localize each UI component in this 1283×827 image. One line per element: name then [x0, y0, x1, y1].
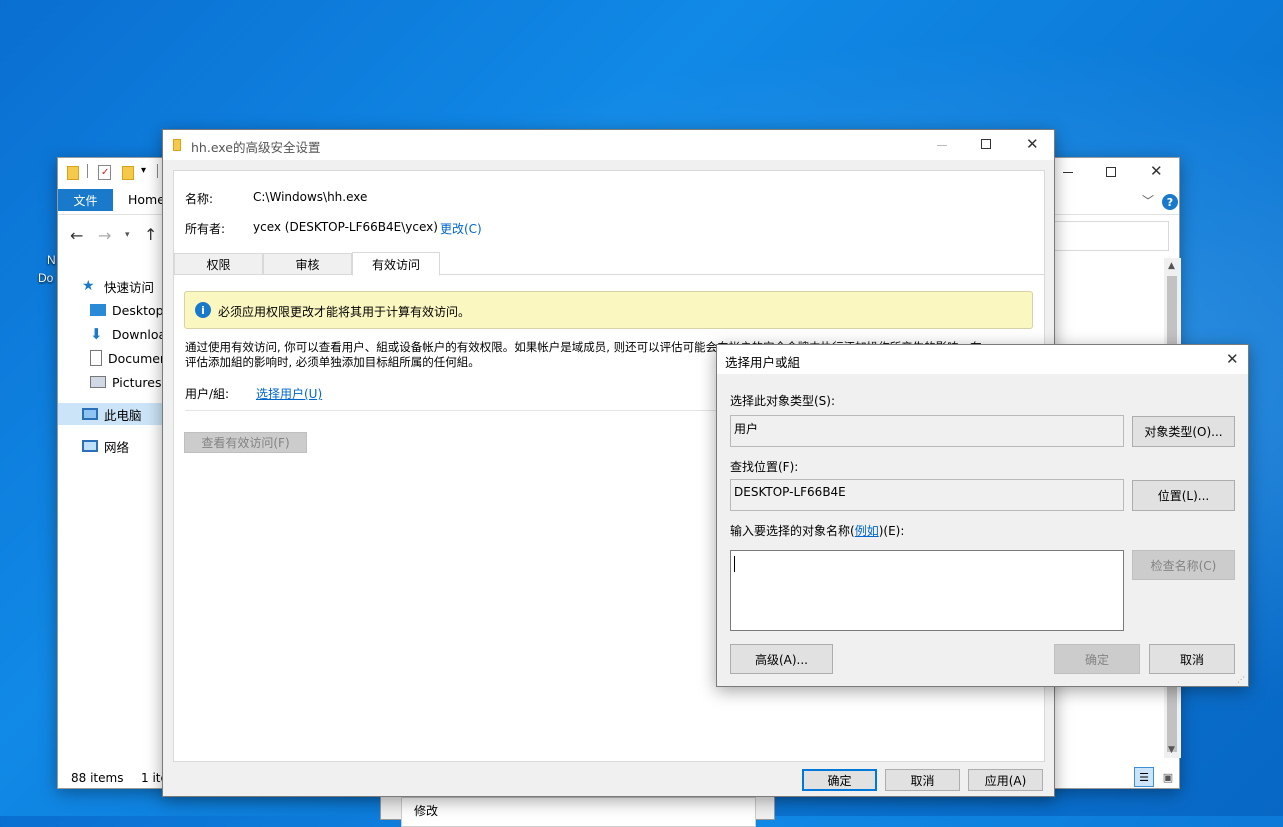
tab-auditing[interactable]: 审核: [263, 253, 352, 275]
nav-quick-access[interactable]: ★ 快速访问: [82, 275, 154, 297]
object-type-label: 选择此对象类型(S):: [730, 394, 836, 408]
resize-grip-icon[interactable]: ⋰: [1237, 675, 1245, 684]
object-types-button[interactable]: 对象类型(O)...: [1132, 416, 1235, 447]
help-icon[interactable]: ?: [1162, 194, 1178, 210]
close-icon[interactable]: ✕: [1226, 350, 1239, 368]
select-cancel-button[interactable]: 取消: [1149, 644, 1235, 674]
cancel-button[interactable]: 取消: [885, 769, 960, 791]
details-view-button[interactable]: ☰: [1134, 767, 1154, 787]
back-button[interactable]: ←: [70, 226, 83, 245]
apply-button[interactable]: 应用(A): [968, 769, 1043, 791]
nav-item-downloads[interactable]: ⬇ Downloa: [90, 323, 166, 345]
star-icon: ★: [82, 278, 95, 294]
close-icon[interactable]: ✕: [1026, 135, 1039, 153]
change-owner-link[interactable]: 更改(C): [440, 220, 482, 237]
object-type-field: 用户: [730, 415, 1124, 447]
select-users-dialog: 选择用户或組 ✕ 选择此对象类型(S): 用户 对象类型(O)... 查找位置(…: [716, 344, 1249, 687]
customize-quick-access-icon[interactable]: ▾: [141, 165, 146, 176]
advanced-button[interactable]: 高级(A)...: [730, 644, 833, 674]
nav-this-pc[interactable]: 此电脑: [82, 403, 142, 425]
info-icon: i: [195, 302, 211, 318]
separator: [157, 164, 158, 178]
info-text: 必须应用权限更改才能将其用于计算有效访问。: [218, 305, 471, 319]
up-button[interactable]: ↑: [144, 225, 157, 244]
location-label: 查找位置(F):: [730, 460, 799, 474]
nav-item-documents[interactable]: Documer: [90, 347, 165, 369]
download-icon: ⬇: [90, 325, 103, 343]
dialog-title: 选择用户或組: [725, 355, 801, 370]
forward-button[interactable]: →: [98, 226, 111, 245]
description-line-2: 评估添加組的影响时, 必须单独添加目标組所属的任何組。: [185, 355, 480, 369]
pictures-icon: [90, 376, 106, 388]
separator: [87, 164, 88, 178]
recent-locations-icon[interactable]: ▾: [125, 230, 130, 240]
minimize-icon[interactable]: [937, 145, 947, 146]
maximize-icon[interactable]: [1106, 167, 1116, 177]
user-group-label: 用户/組:: [185, 387, 230, 401]
large-icons-view-button[interactable]: ▣: [1158, 767, 1178, 787]
computer-icon: [82, 408, 98, 420]
network-icon: [82, 440, 98, 452]
tab-home[interactable]: Home: [128, 192, 165, 207]
desktop-icon-label-2[interactable]: Do: [38, 271, 53, 285]
select-ok-button[interactable]: 确定: [1054, 644, 1140, 674]
close-icon[interactable]: ✕: [1150, 162, 1163, 180]
name-label: 名称:: [185, 192, 214, 206]
nav-item-pictures[interactable]: Pictures: [90, 371, 162, 393]
dialog-title: hh.exe的高级安全设置: [191, 140, 321, 155]
desktop-icon-label-1[interactable]: N: [47, 253, 56, 267]
locations-button[interactable]: 位置(L)...: [1132, 480, 1235, 511]
permission-item-modify[interactable]: 修改: [414, 802, 438, 819]
minimize-icon[interactable]: [1063, 172, 1073, 173]
ribbon-expand-icon[interactable]: ﹀: [1142, 192, 1154, 209]
maximize-icon[interactable]: [981, 139, 991, 149]
check-names-button[interactable]: 检查名称(C): [1132, 550, 1235, 580]
nav-network[interactable]: 网络: [82, 435, 129, 457]
tab-file[interactable]: 文件: [58, 189, 113, 211]
desktop-folder-icon: [90, 304, 106, 316]
search-box[interactable]: [1053, 221, 1169, 251]
select-user-link[interactable]: 选择用户(U): [256, 385, 322, 402]
permission-list: 修改: [401, 797, 756, 827]
tab-permissions[interactable]: 权限: [174, 253, 263, 275]
properties-icon[interactable]: ✓: [98, 165, 111, 180]
document-icon: [90, 350, 102, 366]
folder-icon: [67, 166, 79, 180]
new-folder-icon[interactable]: [122, 166, 134, 180]
nav-item-desktop[interactable]: Desktop: [90, 299, 164, 321]
object-names-label: 输入要选择的对象名称(例如)(E):: [730, 524, 905, 538]
location-field: DESKTOP-LF66B4E: [730, 479, 1124, 511]
status-item-count: 88 items: [71, 771, 124, 785]
view-effective-access-button[interactable]: 查看有效访问(F): [184, 432, 307, 453]
ok-button[interactable]: 确定: [802, 769, 877, 791]
folder-icon: [173, 139, 181, 151]
text-cursor: [734, 556, 735, 572]
info-bar: i 必须应用权限更改才能将其用于计算有效访问。: [184, 291, 1033, 329]
name-value: C:\Windows\hh.exe: [253, 190, 368, 204]
examples-link[interactable]: 例如: [855, 524, 879, 538]
object-names-input[interactable]: [730, 550, 1124, 631]
owner-label: 所有者:: [185, 222, 226, 236]
tab-effective-access[interactable]: 有效访问: [352, 252, 440, 276]
owner-value: ycex (DESKTOP-LF66B4E\ycex): [253, 220, 438, 234]
